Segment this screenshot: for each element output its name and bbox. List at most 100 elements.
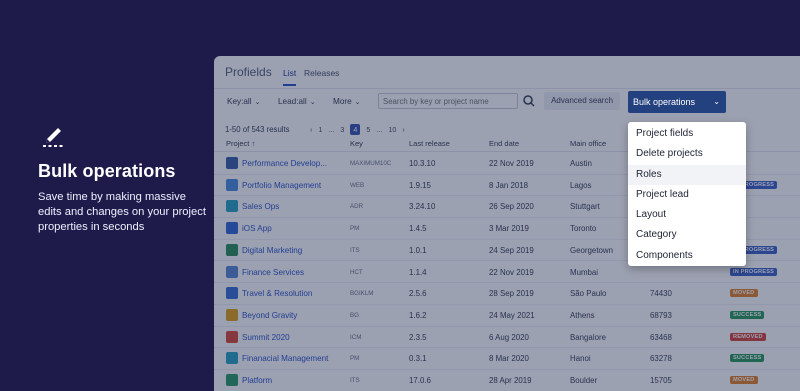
column-main-office[interactable]: Main office [570,139,606,148]
menu-item-project-lead[interactable]: Project lead [628,185,746,205]
project-name-link[interactable]: Digital Marketing [242,246,302,255]
project-key: BG [350,311,359,319]
end-date: 24 Sep 2019 [489,245,534,255]
filter-more-label: More [333,97,352,106]
main-office: Georgetown [570,245,613,255]
pagination: ‹ 1 ... 3 4 5 ... 10 › [310,124,405,135]
status-badge: SUCCESS [730,354,765,363]
end-date: 28 Sep 2019 [489,289,534,299]
project-name-link[interactable]: Platform [242,376,272,385]
project-key: PM [350,355,360,363]
project-key: WEB [350,181,365,189]
page-3[interactable]: 3 [340,125,344,134]
status-badge: SUCCESS [730,310,765,319]
table-row[interactable]: Platform ITS 17.0.6 28 Apr 2019 Boulder 15705… [214,370,800,391]
column-project[interactable]: Project ↑ [226,139,255,148]
last-release: 2.5.6 [409,289,427,299]
project-avatar-icon [226,243,238,256]
end-date: 26 Sep 2020 [489,202,534,212]
menu-item-delete-projects[interactable]: Delete projects [628,144,746,164]
sort-up-icon: ↑ [251,139,256,148]
last-release: 1.9.15 [409,180,431,190]
filter-more[interactable]: More ⌄ [333,97,361,106]
project-number: 15705 [650,376,672,385]
project-name-link[interactable]: iOS App [242,224,272,233]
page-10[interactable]: 10 [388,125,396,134]
table-row[interactable]: Travel & Resolution BGIKLM 2.5.6 28 Sep 201… [214,283,800,305]
prev-page-icon[interactable]: ‹ [310,125,312,134]
bulk-operations-button[interactable]: Bulk operations ⌄ [628,91,726,113]
last-release: 1.6.2 [409,310,427,320]
results-summary: 1-50 of 543 results [225,125,290,134]
table-row[interactable]: Finanacial Management PM 0.3.1 8 Mar 2020 Ha… [214,348,800,370]
last-release: 0.3.1 [409,354,427,364]
project-key: PM [350,225,360,233]
main-office: Hanoi [570,354,591,364]
end-date: 24 May 2021 [489,310,535,320]
end-date: 6 Aug 2020 [489,332,529,342]
project-key: ITS [350,246,360,254]
project-number: 63278 [650,354,672,364]
chevron-down-icon: ⌄ [713,97,720,106]
chevron-down-icon: ⌄ [354,99,361,106]
status-badge: MOVED [730,376,758,384]
column-last-release[interactable]: Last release [409,139,450,148]
filter-lead[interactable]: Lead:all ⌄ [278,97,316,106]
main-office: Athens [570,310,595,320]
column-key[interactable]: Key [350,139,363,148]
project-number: 74430 [650,289,672,299]
project-key: ITS [350,377,360,384]
project-name-link[interactable]: Summit 2020 [242,333,290,342]
page-1[interactable]: 1 [318,125,322,134]
menu-item-category[interactable]: Category [628,225,746,245]
project-key: ADR [350,203,364,211]
main-office: Austin [570,159,592,168]
project-key: MAXIMUM10C [350,160,392,167]
page-current[interactable]: 4 [350,124,361,135]
project-name-link[interactable]: Portfolio Management [242,181,321,190]
search-input[interactable] [378,93,518,109]
end-date: 22 Nov 2019 [489,159,534,168]
filter-key[interactable]: Key:all ⌄ [227,97,260,106]
main-office: Boulder [570,376,598,385]
tab-releases[interactable]: Releases [304,68,339,78]
project-avatar-icon [226,222,238,235]
end-date: 8 Jan 2018 [489,180,529,190]
last-release: 17.0.6 [409,376,431,385]
status-badge: MOVED [730,289,758,298]
bulk-operations-label: Bulk operations [633,97,696,107]
tab-list[interactable]: List [283,68,297,86]
brand-name: Profields [225,65,272,79]
top-bar: Profields List Releases [214,56,800,89]
project-avatar-icon [226,374,238,386]
page-ellipsis: ... [328,125,335,134]
page-5[interactable]: 5 [366,125,370,134]
project-name-link[interactable]: Beyond Gravity [242,311,297,320]
main-office: Mumbai [570,267,599,277]
project-key: BGIKLM [350,290,374,298]
project-name-link[interactable]: Sales Ops [242,202,279,211]
project-name-link[interactable]: Travel & Resolution [242,289,312,298]
project-avatar-icon [226,330,238,343]
main-office: Toronto [570,224,597,234]
menu-item-layout[interactable]: Layout [628,205,746,225]
column-end-date[interactable]: End date [489,139,519,148]
promo-title: Bulk operations [38,161,176,181]
main-office: Bangalore [570,332,606,342]
menu-item-components[interactable]: Components [628,246,746,266]
promo-description: Save time by making massive edits and ch… [38,191,206,233]
project-name-link[interactable]: Performance Develop... [242,159,327,168]
table-row[interactable]: Beyond Gravity BG 1.6.2 24 May 2021 Athens 68… [214,305,800,327]
search-icon[interactable] [521,93,537,109]
next-page-icon[interactable]: › [402,125,404,134]
pen-icon [43,128,63,147]
menu-item-project-fields[interactable]: Project fields [628,124,746,144]
project-name-link[interactable]: Finance Services [242,268,304,277]
end-date: 8 Mar 2020 [489,354,529,364]
menu-item-roles[interactable]: Roles [628,164,746,185]
project-key: HCT [350,268,363,276]
advanced-search-button[interactable]: Advanced search [544,92,620,110]
project-name-link[interactable]: Finanacial Management [242,354,328,363]
project-key: ICM [350,333,362,341]
table-row[interactable]: Summit 2020 ICM 2.3.5 6 Aug 2020 Bangalore 63… [214,327,800,349]
